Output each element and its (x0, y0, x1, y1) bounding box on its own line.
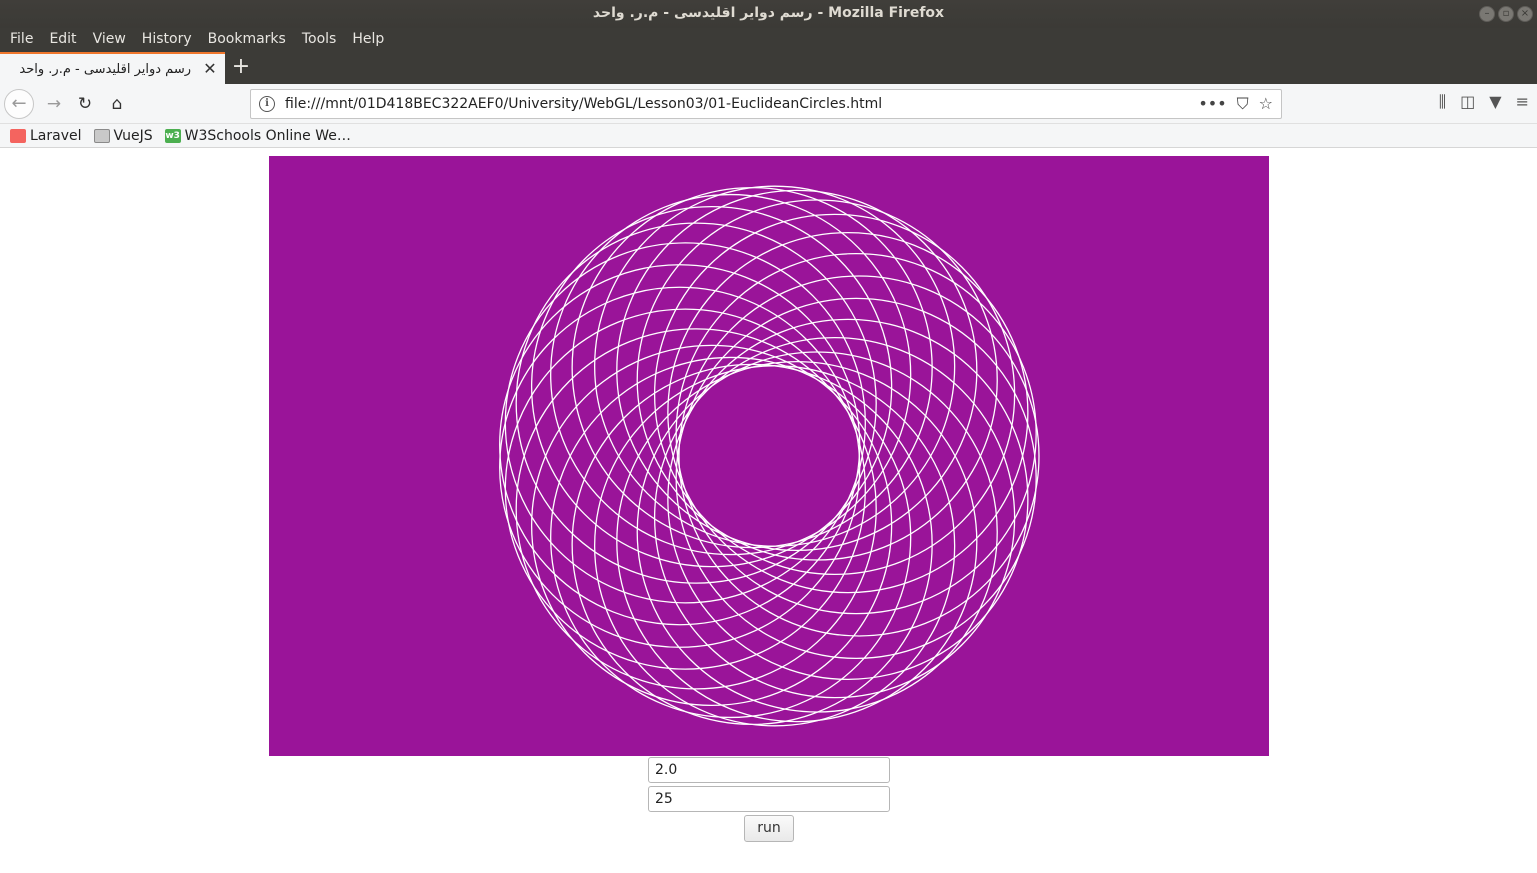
bookmark-label: W3Schools Online We… (184, 127, 351, 144)
window-controls: – ▫ × (1479, 6, 1533, 22)
folder-icon (93, 128, 110, 143)
bookmark-laravel[interactable]: Laravel (10, 128, 82, 144)
window-title: رسم دوایر اقلیدسی - م.ر. واحد - Mozilla … (592, 5, 945, 21)
maximize-button[interactable]: ▫ (1498, 6, 1514, 22)
tab-strip: رسم دوایر اقلیدسی - م.ر. واحد ✕ + (0, 52, 1537, 84)
url-text[interactable]: file:///mnt/01D418BEC322AEF0/University/… (285, 96, 882, 112)
new-tab-button[interactable]: + (230, 56, 252, 78)
reload-icon[interactable]: ↻ (73, 92, 97, 116)
bookmark-vuejs[interactable]: VueJS (93, 127, 153, 144)
minimize-button[interactable]: – (1479, 6, 1495, 22)
tab-active[interactable]: رسم دوایر اقلیدسی - م.ر. واحد ✕ (0, 52, 225, 84)
library-icon[interactable]: ⫼ (1439, 92, 1446, 112)
tab-close-icon[interactable]: ✕ (201, 60, 219, 78)
bookmark-star-icon[interactable]: ☆ (1259, 94, 1273, 114)
page-content: run (0, 149, 1537, 873)
home-icon[interactable]: ⌂ (105, 92, 129, 116)
euclidean-circles (499, 185, 1040, 727)
bookmark-label: Laravel (30, 127, 82, 144)
webgl-canvas[interactable] (269, 156, 1269, 756)
menu-file[interactable]: File (2, 28, 41, 52)
extension-icon[interactable]: ▼ (1489, 92, 1501, 112)
count-input[interactable] (648, 786, 890, 812)
laravel-icon (10, 128, 26, 143)
menu-history[interactable]: History (134, 28, 200, 52)
menu-bookmarks[interactable]: Bookmarks (200, 28, 294, 52)
menu-bar: File Edit View History Bookmarks Tools H… (0, 28, 1537, 52)
window-titlebar: رسم دوایر اقلیدسی - م.ر. واحد - Mozilla … (0, 0, 1537, 28)
tab-title: رسم دوایر اقلیدسی - م.ر. واحد (19, 61, 191, 77)
close-window-button[interactable]: × (1517, 6, 1533, 22)
toolbar-right: ⫼ ◫ ▼ ≡ (1439, 92, 1529, 112)
url-bar[interactable]: i file:///mnt/01D418BEC322AEF0/Universit… (250, 89, 1282, 119)
pocket-icon[interactable]: ⛉ (1237, 94, 1249, 114)
run-button[interactable]: run (744, 815, 794, 842)
bookmark-label: VueJS (113, 127, 153, 144)
menu-view[interactable]: View (85, 28, 134, 52)
back-icon[interactable]: ← (4, 89, 34, 119)
menu-icon[interactable]: ≡ (1516, 92, 1529, 112)
navigation-bar: ← → ↻ ⌂ i file:///mnt/01D418BEC322AEF0/U… (0, 84, 1537, 124)
menu-edit[interactable]: Edit (41, 28, 84, 52)
menu-help[interactable]: Help (344, 28, 392, 52)
bookmark-w3schools[interactable]: w3 W3Schools Online We… (164, 127, 351, 144)
bookmarks-bar: Laravel VueJS w3 W3Schools Online We… (0, 124, 1537, 148)
sidebar-icon[interactable]: ◫ (1460, 92, 1475, 112)
info-icon[interactable]: i (259, 96, 275, 112)
menu-tools[interactable]: Tools (294, 28, 345, 52)
w3schools-icon: w3 (164, 128, 181, 143)
forward-icon[interactable]: → (42, 92, 66, 116)
url-actions: ••• ⛉ ☆ (1198, 94, 1273, 114)
page-actions-icon[interactable]: ••• (1198, 94, 1226, 114)
radius-input[interactable] (648, 757, 890, 783)
